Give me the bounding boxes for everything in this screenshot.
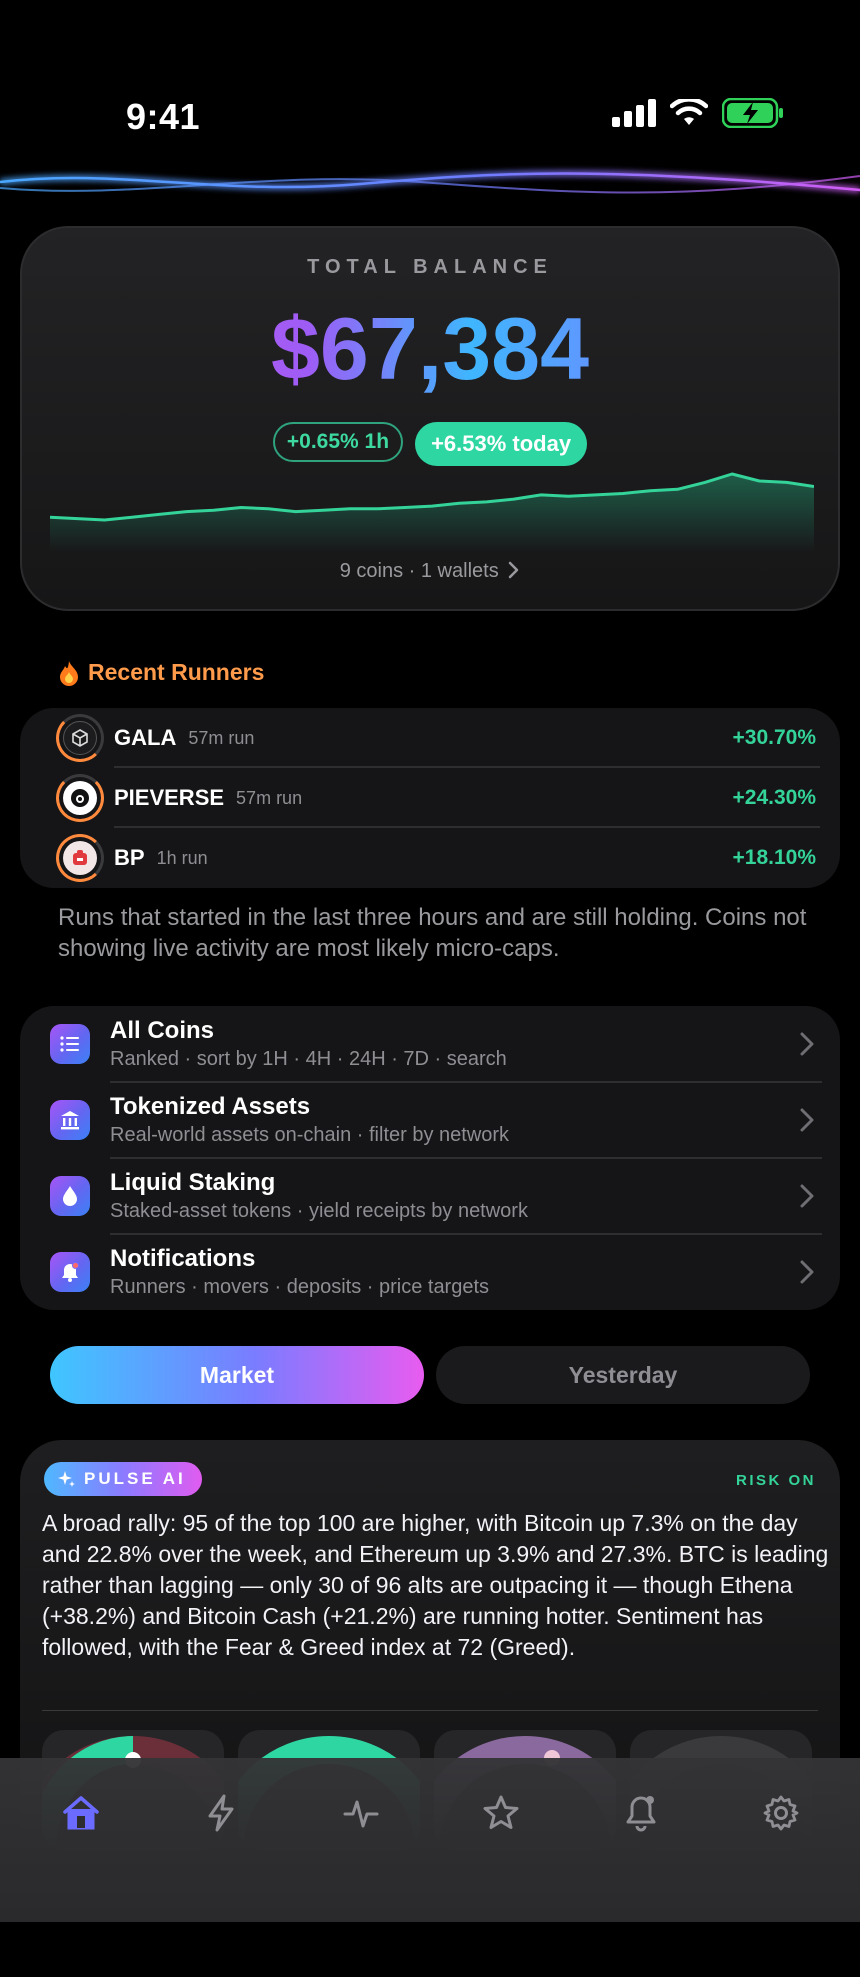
chevron-right-icon [509,561,519,579]
gear-icon [763,1795,799,1831]
fire-icon [60,660,78,686]
pieverse-logo-icon [63,781,97,815]
change-1h-badge: +0.65% 1h [272,422,404,462]
tab-runners[interactable] [196,1788,246,1838]
status-bar: 9:41 [0,0,860,160]
bank-icon [50,1100,90,1140]
menu-item-liquid-staking[interactable]: Liquid Staking Staked-asset tokens · yie… [50,1158,820,1234]
runner-row-gala[interactable]: GALA 57m run +30.70% [56,708,820,768]
runner-progress-ring [56,834,104,882]
runner-change: +30.70% [732,726,817,749]
runner-change: +18.10% [732,846,817,869]
runners-explanation: Runs that started in the last three hour… [58,904,807,962]
battery-icon [722,98,783,128]
sparkle-icon [58,1471,75,1487]
runner-duration: 57m run [236,787,303,808]
runner-row-pieverse[interactable]: PIEVERSE 57m run +24.30% [56,768,820,828]
total-balance-value: $67,384 [22,298,838,400]
menu-item-subtitle: Runners · movers · deposits · price targ… [110,1276,490,1298]
menu-item-title: All Coins [110,1017,215,1044]
tab-home[interactable] [56,1788,106,1838]
pulse-ai-summary: A broad rally: 95 of the top 100 are hig… [42,1510,829,1660]
wifi-icon [670,99,708,125]
tab-bar [0,1758,860,1922]
drop-icon [50,1176,90,1216]
chevron-right-icon [800,1184,814,1208]
chevron-right-icon [800,1108,814,1132]
menu-item-title: Notifications [110,1245,256,1272]
star-icon [483,1795,519,1829]
balance-change-pills: +0.65% 1h +6.53% today [22,422,838,466]
segment-market[interactable]: Market [50,1346,424,1404]
menu-item-subtitle: Real-world assets on-chain · filter by n… [110,1124,510,1146]
header-wave-decoration [0,170,860,194]
signal-icon [612,99,656,127]
menu-item-all-coins[interactable]: All Coins Ranked · sort by 1H · 4H · 24H… [50,1006,820,1082]
recent-runners-header: Recent Runners [58,659,264,686]
tab-alerts[interactable] [616,1788,666,1838]
risk-status: RISK ON [735,1472,816,1489]
home-icon [63,1796,99,1830]
divider [42,1710,818,1711]
bolt-icon [208,1794,234,1832]
runner-progress-ring [56,774,104,822]
runners-list: GALA 57m run +30.70% PIEVERSE 57m run +2… [20,708,840,888]
runner-progress-ring [56,714,104,762]
bell-icon [50,1252,90,1292]
runner-duration: 57m run [188,727,255,748]
total-balance-label: TOTAL BALANCE [307,256,553,278]
home-indicator-area [0,1922,860,1977]
menu-item-title: Liquid Staking [110,1169,276,1196]
status-icons [612,98,784,128]
gala-logo-icon [63,721,97,755]
bell-icon [626,1796,656,1832]
menu-item-subtitle: Ranked · sort by 1H · 4H · 24H · 7D · se… [110,1048,507,1070]
runner-symbol: PIEVERSE [114,785,225,810]
pulse-ai-label: PULSE AI [84,1469,186,1488]
recent-runners-title: Recent Runners [88,659,265,685]
change-today-badge: +6.53% today [415,422,588,466]
chevron-right-icon [800,1260,814,1284]
pulse-icon [343,1800,379,1828]
balance-footer-link[interactable]: 9 coins · 1 wallets [22,560,838,583]
menu-item-subtitle: Staked-asset tokens · yield receipts by … [110,1200,528,1222]
menu-item-title: Tokenized Assets [110,1093,311,1120]
status-time: 9:41 [126,96,201,137]
coins-wallets-summary: 9 coins · 1 wallets [339,560,499,582]
menu-item-notifications[interactable]: Notifications Runners · movers · deposit… [50,1234,820,1310]
tab-activity[interactable] [336,1788,386,1838]
balance-sparkline [50,472,814,552]
runner-symbol: BP [114,845,145,870]
chevron-right-icon [800,1032,814,1056]
tab-settings[interactable] [756,1788,806,1838]
pulse-ai-badge: PULSE AI [44,1462,202,1496]
balance-card[interactable]: TOTAL BALANCE $67,384 +0.65% 1h +6.53% t… [20,226,840,611]
runner-change: +24.30% [732,786,817,809]
list-icon [50,1024,90,1064]
tab-favorites[interactable] [476,1788,526,1838]
segment-yesterday[interactable]: Yesterday [436,1346,810,1404]
bp-logo-icon [63,841,97,875]
runner-duration: 1h run [156,847,208,868]
runner-symbol: GALA [114,725,177,750]
menu-item-tokenized-assets[interactable]: Tokenized Assets Real-world assets on-ch… [50,1082,820,1158]
runner-row-bp[interactable]: BP 1h run +18.10% [56,828,820,888]
navigation-menu: All Coins Ranked · sort by 1H · 4H · 24H… [20,1006,840,1310]
